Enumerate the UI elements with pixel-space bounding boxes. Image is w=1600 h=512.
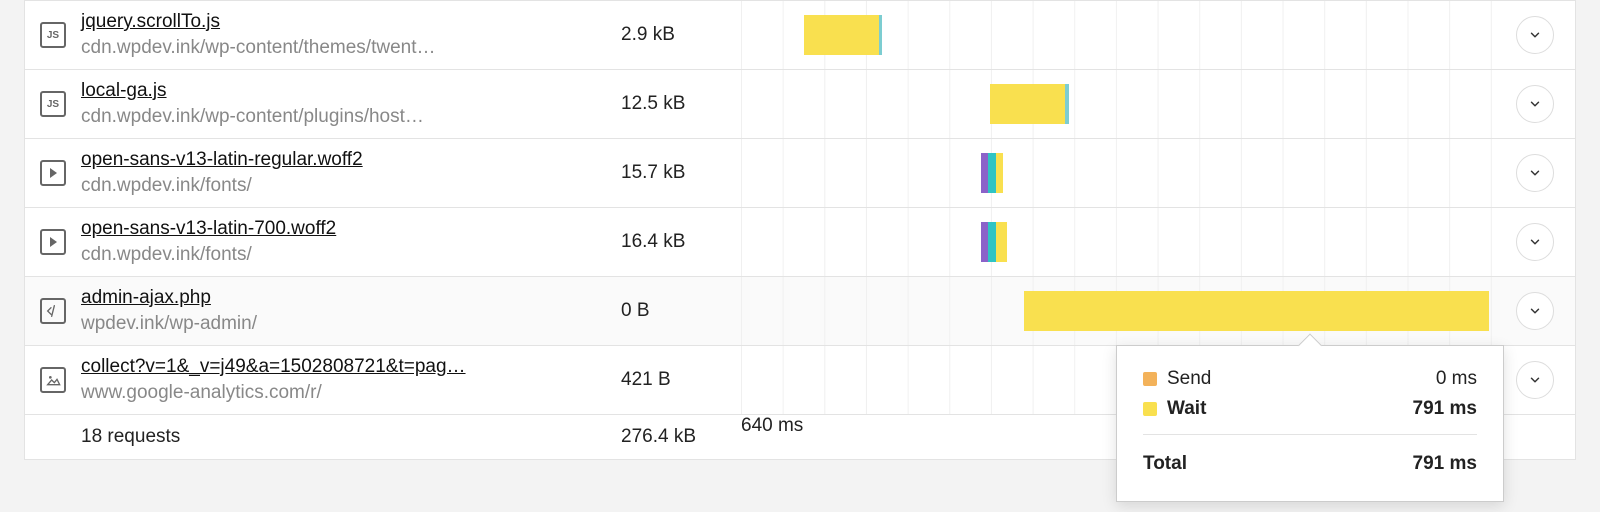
tooltip-total-value: 791 ms <box>1413 453 1477 475</box>
timing-segment <box>988 222 996 262</box>
waterfall-cell[interactable] <box>741 208 1495 276</box>
file-name-link[interactable]: local-ga.js <box>81 80 167 102</box>
waterfall-cell[interactable] <box>741 139 1495 207</box>
file-cell: collect?v=1&_v=j49&a=1502808721&t=pag…ww… <box>81 350 621 410</box>
timing-segment <box>981 153 989 193</box>
file-cell: local-ga.js cdn.wpdev.ink/wp-content/plug… <box>81 74 621 134</box>
expand-row-button[interactable] <box>1516 292 1554 330</box>
waterfall-cell[interactable] <box>741 1 1495 69</box>
expand-row-button[interactable] <box>1516 16 1554 54</box>
total-requests: 18 requests <box>81 426 180 447</box>
timing-segment <box>996 222 1007 262</box>
file-path: cdn.wpdev.ink/fonts/ <box>81 175 621 197</box>
file-path: cdn.wpdev.ink/fonts/ <box>81 244 621 266</box>
timing-segment <box>988 153 996 193</box>
timing-tooltip: Send 0 ms Wait 791 ms Total 791 ms <box>1116 345 1504 502</box>
table-row[interactable]: admin-ajax.php wpdev.ink/wp-admin/0 B <box>25 276 1575 345</box>
file-type-cell <box>25 298 81 324</box>
table-row[interactable]: open-sans-v13-latin-regular.woff2 cdn.wpd… <box>25 138 1575 207</box>
timing-bar[interactable] <box>981 222 1007 262</box>
tooltip-send-value: 0 ms <box>1436 368 1477 390</box>
timing-bar[interactable] <box>1024 291 1489 331</box>
file-cell: open-sans-v13-latin-regular.woff2 cdn.wpd… <box>81 143 621 203</box>
file-name-link[interactable]: collect?v=1&_v=j49&a=1502808721&t=pag… <box>81 356 466 378</box>
wait-swatch <box>1143 402 1157 416</box>
total-size: 276.4 kB <box>621 426 696 447</box>
size-cell: 0 B <box>621 300 741 322</box>
expand-row-button[interactable] <box>1516 154 1554 192</box>
file-path: wpdev.ink/wp-admin/ <box>81 313 621 335</box>
waterfall-cell[interactable] <box>741 277 1495 345</box>
font-file-icon <box>40 229 66 255</box>
timing-bar[interactable] <box>981 153 1004 193</box>
file-name-link[interactable]: open-sans-v13-latin-regular.woff2 <box>81 149 363 171</box>
file-type-cell: JS <box>25 22 81 48</box>
size-cell: 421 B <box>621 369 741 391</box>
first-tick-label: 640 ms <box>741 415 803 437</box>
send-swatch <box>1143 372 1157 386</box>
file-name-link[interactable]: admin-ajax.php <box>81 287 211 309</box>
size-cell: 2.9 kB <box>621 24 741 46</box>
file-path: cdn.wpdev.ink/wp-content/plugins/host… <box>81 106 621 128</box>
expand-row-button[interactable] <box>1516 223 1554 261</box>
timing-segment <box>879 15 882 55</box>
file-type-cell: JS <box>25 91 81 117</box>
expand-row-button[interactable] <box>1516 85 1554 123</box>
waterfall-cell[interactable] <box>741 70 1495 138</box>
font-file-icon <box>40 160 66 186</box>
size-cell: 16.4 kB <box>621 231 741 253</box>
timing-bar[interactable] <box>990 84 1069 124</box>
tooltip-total-label: Total <box>1143 453 1187 475</box>
file-path: www.google-analytics.com/r/ <box>81 382 621 404</box>
size-cell: 12.5 kB <box>621 93 741 115</box>
script-file-icon <box>40 298 66 324</box>
tooltip-send-label: Send <box>1167 368 1211 390</box>
file-type-cell <box>25 229 81 255</box>
expand-row-button[interactable] <box>1516 361 1554 399</box>
table-row[interactable]: open-sans-v13-latin-700.woff2 cdn.wpdev.i… <box>25 207 1575 276</box>
timing-segment <box>1024 291 1489 331</box>
file-cell: jquery.scrollTo.js cdn.wpdev.ink/wp-conte… <box>81 5 621 65</box>
table-row[interactable]: JS jquery.scrollTo.js cdn.wpdev.ink/wp-con… <box>25 0 1575 69</box>
timing-segment <box>804 15 879 55</box>
file-name-link[interactable]: open-sans-v13-latin-700.woff2 <box>81 218 336 240</box>
timing-segment <box>996 153 1004 193</box>
file-type-cell <box>25 160 81 186</box>
file-type-cell <box>25 367 81 393</box>
js-file-icon: JS <box>40 22 66 48</box>
file-path: cdn.wpdev.ink/wp-content/themes/twent… <box>81 37 621 59</box>
timing-bar[interactable] <box>804 15 882 55</box>
file-name-link[interactable]: jquery.scrollTo.js <box>81 11 220 33</box>
timing-segment <box>981 222 989 262</box>
size-cell: 15.7 kB <box>621 162 741 184</box>
timing-segment <box>1065 84 1069 124</box>
image-file-icon <box>40 367 66 393</box>
table-row[interactable]: JS local-ga.js cdn.wpdev.ink/wp-content/pl… <box>25 69 1575 138</box>
timing-segment <box>990 84 1065 124</box>
file-cell: admin-ajax.php wpdev.ink/wp-admin/ <box>81 281 621 341</box>
js-file-icon: JS <box>40 91 66 117</box>
tooltip-wait-value: 791 ms <box>1413 398 1477 420</box>
file-cell: open-sans-v13-latin-700.woff2 cdn.wpdev.i… <box>81 212 621 272</box>
tooltip-wait-label: Wait <box>1167 398 1206 420</box>
